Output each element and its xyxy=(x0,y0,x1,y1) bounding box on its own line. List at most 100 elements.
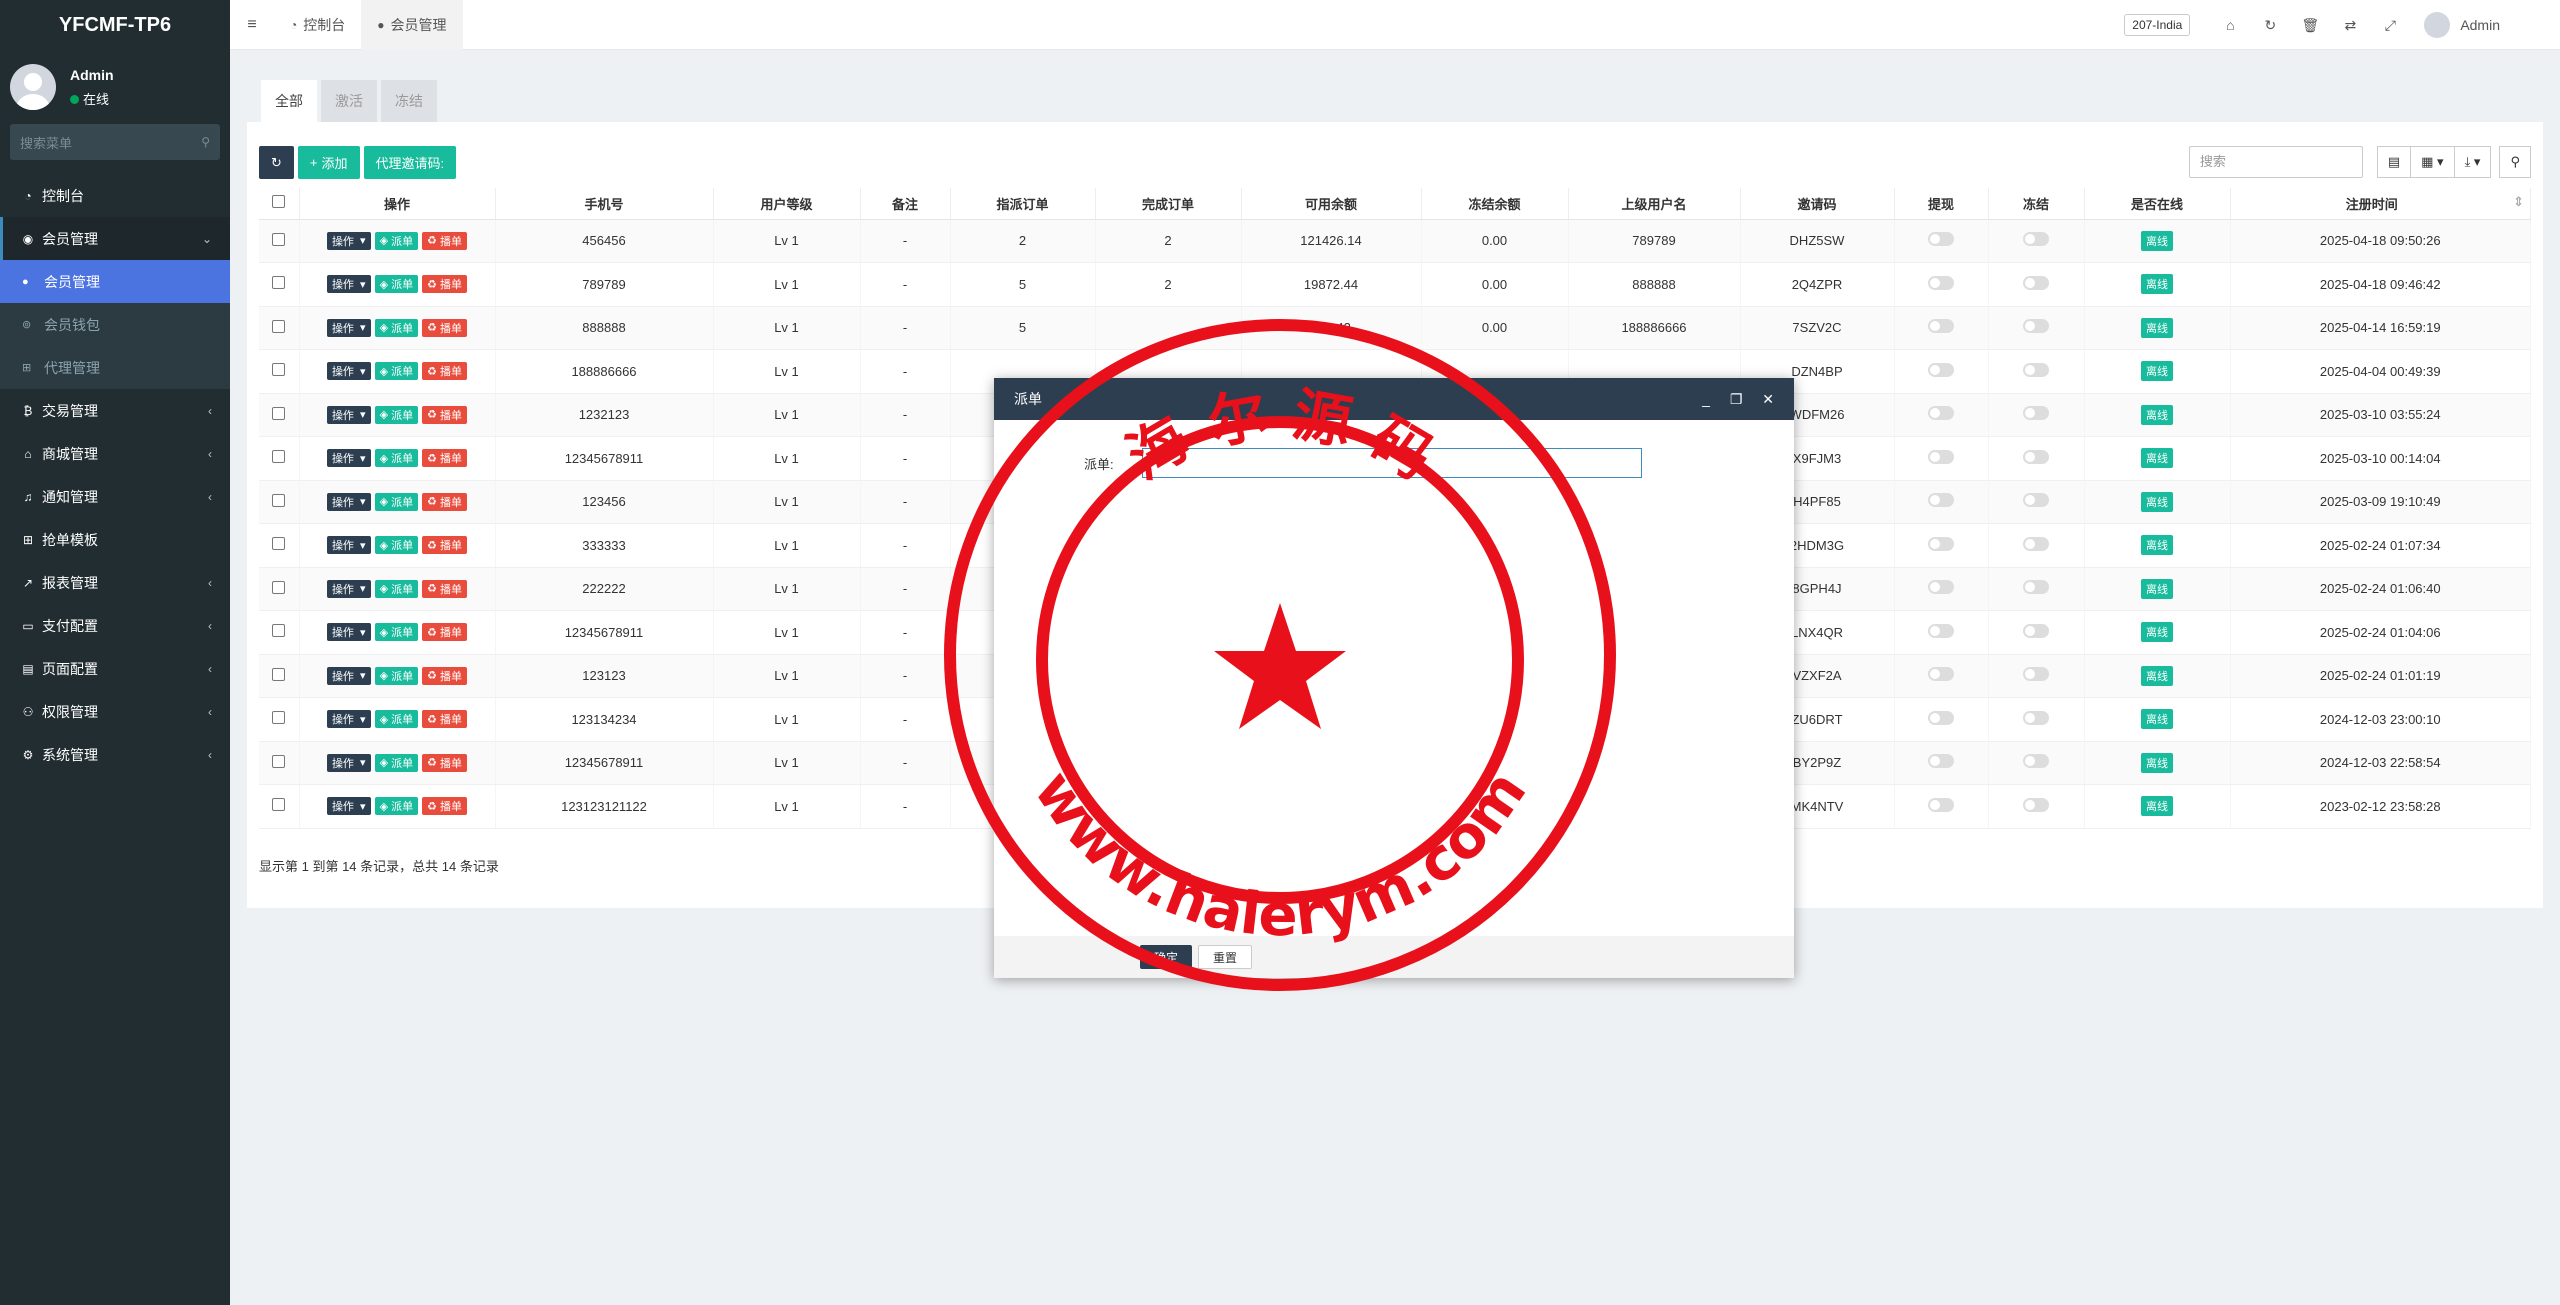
maximize-icon[interactable]: ❐ xyxy=(1730,391,1743,407)
freeze-toggle[interactable] xyxy=(2023,536,2049,551)
dispatch-button[interactable]: ◈ 派单 xyxy=(374,710,419,729)
action-dropdown-button[interactable]: 操作 ▾ xyxy=(326,449,371,468)
tab-dashboard[interactable]: ◔ 控制台 xyxy=(274,0,361,50)
grab-button[interactable]: ♻ 播单 xyxy=(422,710,468,729)
row-checkbox[interactable] xyxy=(259,262,300,307)
sidebar-item-payment[interactable]: ▭ 支付配置 ‹ xyxy=(0,604,230,647)
menu-toggle-icon[interactable]: ≡ xyxy=(230,16,274,34)
sidebar-item-report[interactable]: ↗ 报表管理 ‹ xyxy=(0,561,230,604)
action-dropdown-button[interactable]: 操作 ▾ xyxy=(326,623,371,642)
sidebar-item-dashboard[interactable]: ◔ 控制台 xyxy=(0,174,230,217)
advanced-search-button[interactable]: ⚲ xyxy=(2499,146,2531,178)
freeze-toggle[interactable] xyxy=(2023,319,2049,334)
action-dropdown-button[interactable]: 操作 ▾ xyxy=(326,536,371,555)
admin-name[interactable]: Admin xyxy=(2460,17,2500,33)
col-done[interactable]: 完成订单 xyxy=(1095,188,1242,220)
sidebar-item-members[interactable]: ◉ 会员管理 ⌄ xyxy=(0,217,230,260)
row-checkbox[interactable] xyxy=(259,697,300,742)
minimize-icon[interactable]: _ xyxy=(1702,391,1710,407)
dispatch-button[interactable]: ◈ 派单 xyxy=(374,405,419,424)
col-withdraw[interactable]: 提现 xyxy=(1894,188,1989,220)
row-checkbox[interactable] xyxy=(259,349,300,394)
dispatch-button[interactable]: ◈ 派单 xyxy=(374,623,419,642)
dispatch-button[interactable]: ◈ 派单 xyxy=(374,666,419,685)
row-checkbox[interactable] xyxy=(259,219,300,263)
columns-button[interactable]: ▦ ▾ xyxy=(2410,146,2455,178)
grab-button[interactable]: ♻ 播单 xyxy=(422,318,468,337)
freeze-toggle[interactable] xyxy=(2023,493,2049,508)
col-balance[interactable]: 可用余额 xyxy=(1241,188,1422,220)
freeze-toggle[interactable] xyxy=(2023,406,2049,421)
withdraw-toggle[interactable] xyxy=(1928,319,1954,334)
withdraw-toggle[interactable] xyxy=(1928,275,1954,290)
export-button[interactable]: ⤓ ▾ xyxy=(2453,146,2492,178)
tab-frozen[interactable]: 冻结 xyxy=(381,80,437,122)
grab-button[interactable]: ♻ 播单 xyxy=(422,492,468,511)
col-code[interactable]: 邀请码 xyxy=(1740,188,1895,220)
col-freeze[interactable]: 冻结 xyxy=(1988,188,2085,220)
toggle-view-button[interactable]: ▤ xyxy=(2376,146,2412,178)
row-checkbox[interactable] xyxy=(259,567,300,611)
action-dropdown-button[interactable]: 操作 ▾ xyxy=(326,275,371,294)
invite-code-button[interactable]: 代理邀请码: xyxy=(363,146,457,179)
col-online[interactable]: 是否在线 xyxy=(2084,188,2231,220)
freeze-toggle[interactable] xyxy=(2023,580,2049,595)
grab-button[interactable]: ♻ 播单 xyxy=(422,449,468,468)
sidebar-item-permission[interactable]: ⚇ 权限管理 ‹ xyxy=(0,690,230,733)
col-parent[interactable]: 上级用户名 xyxy=(1568,188,1741,220)
grab-button[interactable]: ♻ 播单 xyxy=(422,623,468,642)
action-dropdown-button[interactable]: 操作 ▾ xyxy=(326,405,371,424)
withdraw-toggle[interactable] xyxy=(1928,797,1954,812)
tab-all[interactable]: 全部 xyxy=(261,80,317,122)
row-checkbox[interactable] xyxy=(259,654,300,698)
grab-button[interactable]: ♻ 播单 xyxy=(422,405,468,424)
col-level[interactable]: 用户等级 xyxy=(713,188,861,220)
table-search-input[interactable]: 搜索 xyxy=(2188,146,2363,178)
sidebar-subitem-member-wallet[interactable]: ⊚ 会员钱包 xyxy=(0,303,230,346)
row-checkbox[interactable] xyxy=(259,436,300,481)
add-button[interactable]: + 添加 xyxy=(297,146,360,179)
select-all-checkbox[interactable] xyxy=(259,188,300,220)
grab-button[interactable]: ♻ 播单 xyxy=(422,231,468,250)
col-phone[interactable]: 手机号 xyxy=(495,188,714,220)
sidebar-item-template[interactable]: ⊞ 抢单模板 xyxy=(0,518,230,561)
sidebar-item-shop[interactable]: ⌂ 商城管理 ‹ xyxy=(0,432,230,475)
withdraw-toggle[interactable] xyxy=(1928,580,1954,595)
sidebar-search-input[interactable]: 搜索菜单 ⚲ xyxy=(10,124,220,160)
tab-member-management[interactable]: ● 会员管理 xyxy=(361,0,463,50)
reset-button[interactable]: 重置 xyxy=(1198,945,1253,969)
dispatch-button[interactable]: ◈ 派单 xyxy=(374,318,419,337)
freeze-toggle[interactable] xyxy=(2023,667,2049,682)
dispatch-button[interactable]: ◈ 派单 xyxy=(374,797,419,816)
action-dropdown-button[interactable]: 操作 ▾ xyxy=(326,797,371,816)
freeze-toggle[interactable] xyxy=(2023,623,2049,638)
row-checkbox[interactable] xyxy=(259,741,300,785)
action-dropdown-button[interactable]: 操作 ▾ xyxy=(326,753,371,772)
row-checkbox[interactable] xyxy=(259,393,300,437)
grab-button[interactable]: ♻ 播单 xyxy=(422,536,468,555)
freeze-toggle[interactable] xyxy=(2023,362,2049,377)
row-checkbox[interactable] xyxy=(259,784,300,829)
dispatch-button[interactable]: ◈ 派单 xyxy=(374,579,419,598)
home-icon[interactable]: ⌂ xyxy=(2210,17,2250,33)
grab-button[interactable]: ♻ 播单 xyxy=(422,275,468,294)
fullscreen-icon[interactable]: ⤢ xyxy=(2370,17,2410,34)
action-dropdown-button[interactable]: 操作 ▾ xyxy=(326,710,371,729)
dispatch-button[interactable]: ◈ 派单 xyxy=(374,536,419,555)
freeze-toggle[interactable] xyxy=(2023,710,2049,725)
dispatch-button[interactable]: ◈ 派单 xyxy=(374,231,419,250)
confirm-button[interactable]: 确定 xyxy=(1140,945,1193,969)
col-note[interactable]: 备注 xyxy=(860,188,951,220)
withdraw-toggle[interactable] xyxy=(1928,406,1954,421)
freeze-toggle[interactable] xyxy=(2023,449,2049,464)
col-assigned[interactable]: 指派订单 xyxy=(950,188,1096,220)
dispatch-input[interactable] xyxy=(1142,448,1642,478)
sidebar-item-notice[interactable]: ♫ 通知管理 ‹ xyxy=(0,475,230,518)
col-frozen[interactable]: 冻结余额 xyxy=(1421,188,1569,220)
withdraw-toggle[interactable] xyxy=(1928,362,1954,377)
grab-button[interactable]: ♻ 播单 xyxy=(422,362,468,381)
dispatch-button[interactable]: ◈ 派单 xyxy=(374,753,419,772)
grab-button[interactable]: ♻ 播单 xyxy=(422,797,468,816)
tab-active[interactable]: 激活 xyxy=(321,80,377,122)
grab-button[interactable]: ♻ 播单 xyxy=(422,666,468,685)
